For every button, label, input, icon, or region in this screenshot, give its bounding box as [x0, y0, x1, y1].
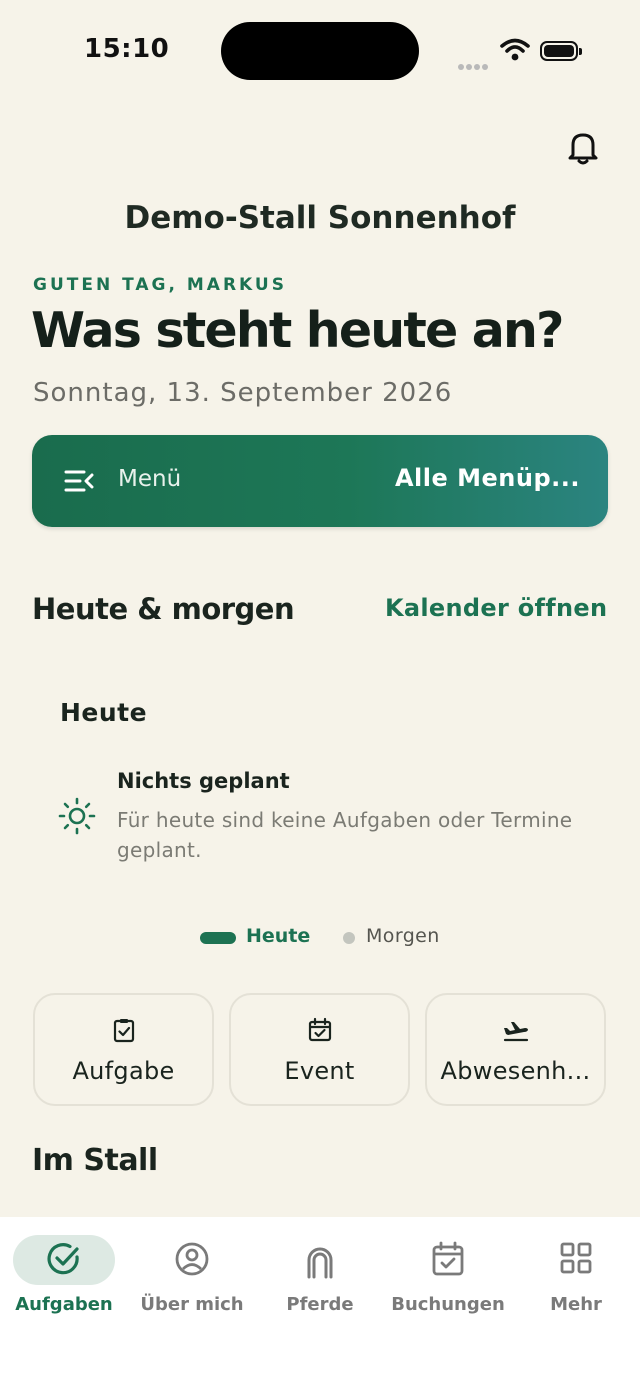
tab-pferde-label: Pferde [286, 1294, 354, 1315]
add-task-button[interactable]: Aufgabe [33, 993, 214, 1106]
greeting-label: GUTEN TAG, MARKUS [33, 275, 287, 295]
add-event-label: Event [284, 1057, 355, 1085]
notification-bell-icon[interactable] [566, 130, 600, 170]
empty-state-title: Nichts geplant [117, 769, 290, 793]
empty-state-description: Für heute sind keine Aufgaben oder Termi… [117, 808, 573, 862]
pager-today[interactable]: Heute [246, 925, 310, 947]
pager-tomorrow[interactable]: Morgen [366, 925, 440, 947]
tab-ueber-mich-label: Über mich [140, 1294, 244, 1315]
current-date: Sonntag, 13. September 2026 [33, 378, 453, 408]
calendar-check-icon [384, 1241, 512, 1281]
add-absence-label: Abwesenh... [440, 1057, 591, 1085]
day-title: Heute [60, 698, 148, 727]
tab-mehr[interactable]: Mehr [512, 1217, 640, 1337]
tab-pferde[interactable]: Pferde [256, 1217, 384, 1337]
cellular-signal-icon [458, 55, 490, 74]
page-headline: Was steht heute an? [31, 302, 564, 359]
menu-collapse-icon [64, 468, 94, 498]
pager-active-indicator [200, 932, 236, 944]
dynamic-island [221, 22, 419, 80]
all-menu-items-link[interactable]: Alle Menüp... [395, 464, 580, 492]
menu-banner-button[interactable]: Menü Alle Menüp... [32, 435, 608, 527]
sun-icon [58, 797, 96, 839]
stable-name-title[interactable]: Demo-Stall Sonnenhof [0, 200, 640, 236]
add-event-button[interactable]: Event [229, 993, 410, 1106]
tab-mehr-label: Mehr [550, 1294, 602, 1315]
add-absence-button[interactable]: Abwesenh... [425, 993, 606, 1106]
check-circle-icon [0, 1241, 128, 1281]
tab-buchungen-label: Buchungen [391, 1294, 505, 1315]
wifi-icon [500, 38, 530, 66]
tab-ueber-mich[interactable]: Über mich [128, 1217, 256, 1337]
stall-section-title: Im Stall [32, 1143, 158, 1178]
menu-label: Menü [118, 466, 182, 492]
clipboard-check-icon [35, 1017, 212, 1047]
calendar-check-icon [231, 1017, 408, 1047]
plane-departure-icon [427, 1017, 604, 1047]
bottom-tab-bar: Aufgaben Über mich Pferde Buchungen Mehr [0, 1217, 640, 1392]
tab-aufgaben-label: Aufgaben [15, 1294, 113, 1315]
battery-icon [540, 41, 582, 61]
add-task-label: Aufgabe [72, 1057, 175, 1085]
open-calendar-link[interactable]: Kalender öffnen [385, 594, 607, 622]
horseshoe-icon [256, 1241, 384, 1281]
schedule-section-title: Heute & morgen [32, 592, 295, 626]
tab-buchungen[interactable]: Buchungen [384, 1217, 512, 1337]
status-time: 15:10 [84, 34, 170, 64]
tab-aufgaben[interactable]: Aufgaben [0, 1217, 128, 1337]
pager-inactive-indicator [343, 932, 355, 944]
grid-icon [512, 1241, 640, 1281]
user-circle-icon [128, 1241, 256, 1281]
